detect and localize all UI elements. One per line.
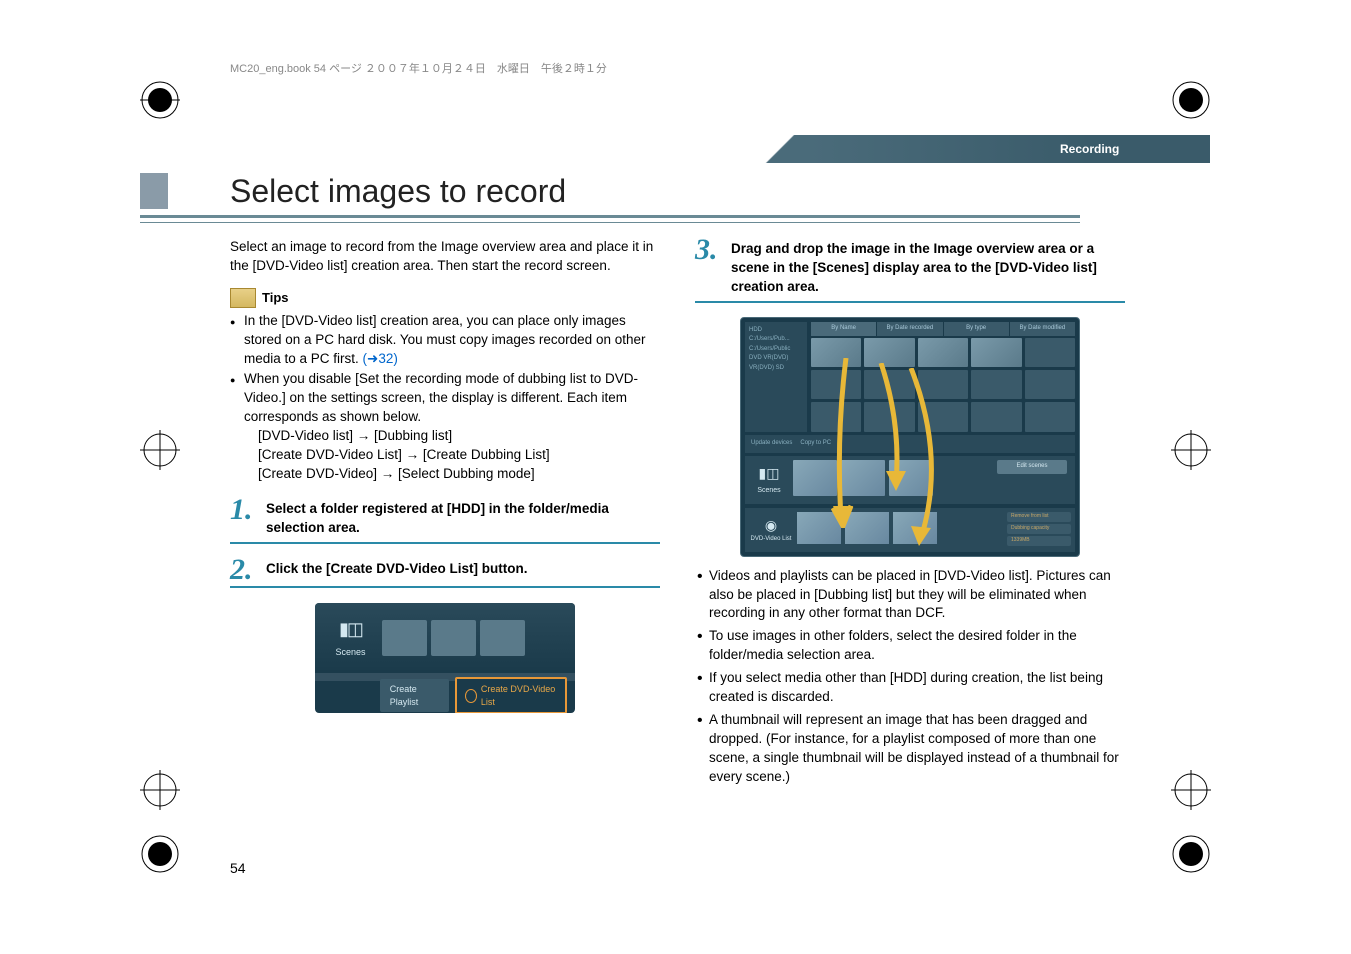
list-thumbnail[interactable] (893, 512, 937, 544)
thumbnail-empty (864, 402, 914, 431)
note-item: If you select media other than [HDD] dur… (695, 669, 1125, 707)
step-number: 1. (230, 498, 256, 522)
thumbnail-placeholder (382, 620, 427, 656)
page-link[interactable]: (➜32) (363, 351, 398, 366)
intro-text: Select an image to record from the Image… (230, 238, 660, 276)
tips-label: Tips (262, 289, 289, 307)
note-item: Videos and playlists can be placed in [D… (695, 567, 1125, 624)
tips-icon (230, 288, 256, 308)
thumbnail-empty (971, 370, 1021, 399)
create-playlist-button[interactable]: Create Playlist (380, 679, 449, 712)
step-1: 1. Select a folder registered at [HDD] i… (230, 498, 660, 544)
thumbnail-empty (918, 370, 968, 399)
note-item: To use images in other folders, select t… (695, 627, 1125, 665)
sort-tabs: By Name By Date recorded By type By Date… (811, 322, 1075, 336)
dubbing-capacity-label: Dubbing capacity (1007, 524, 1071, 534)
scene-thumbnail[interactable] (889, 460, 933, 496)
capacity-value: 1339MB (1007, 536, 1071, 546)
page-title: Select images to record (230, 173, 566, 210)
thumbnail[interactable] (918, 338, 968, 367)
thumbnail[interactable] (811, 338, 861, 367)
scenes-label: Scenes (757, 486, 780, 496)
tab-by-type[interactable]: By type (944, 322, 1009, 336)
notes-list: Videos and playlists can be placed in [D… (695, 567, 1125, 787)
screenshot-main-window: HDD C:/Users/Pub... C:/Users/Public DVD … (740, 317, 1080, 557)
thumbnail-empty (918, 402, 968, 431)
title-bar: Select images to record (140, 173, 1080, 223)
filmstrip-icon: ▮◫ (339, 617, 362, 642)
tips-list: In the [DVD-Video list] creation area, y… (230, 312, 660, 484)
list-thumbnail[interactable] (845, 512, 889, 544)
tip-item: In the [DVD-Video list] creation area, y… (230, 312, 660, 369)
thumbnail-empty (1025, 338, 1075, 367)
disc-icon: ◉ (765, 516, 777, 536)
edit-scenes-button[interactable]: Edit scenes (997, 460, 1067, 474)
step-text: Drag and drop the image in the Image ove… (731, 238, 1125, 297)
step-text: Click the [Create DVD-Video List] button… (266, 558, 660, 579)
filmstrip-icon: ▮◫ (759, 464, 780, 484)
dvd-video-list-label: DVD-Video List (751, 535, 792, 543)
thumbnail-placeholder (480, 620, 525, 656)
note-item: A thumbnail will represent an image that… (695, 711, 1125, 787)
tab-by-date-recorded[interactable]: By Date recorded (877, 322, 942, 336)
tip-item: When you disable [Set the recording mode… (230, 370, 660, 483)
page-number: 54 (230, 860, 246, 876)
create-dvd-video-list-button[interactable]: Create DVD-Video List (455, 677, 567, 713)
scene-thumbnail[interactable] (793, 460, 837, 496)
remove-from-list-button[interactable]: Remove from list (1007, 512, 1071, 522)
thumbnail-placeholder (431, 620, 476, 656)
step-number: 3. (695, 238, 721, 262)
step-number: 2. (230, 558, 256, 582)
thumbnail-empty (811, 370, 861, 399)
tips-header: Tips (230, 288, 660, 308)
header-bar: Recording (140, 135, 1210, 165)
thumbnail-empty (971, 402, 1021, 431)
screenshot-scenes-panel: ▮◫ Scenes Create Playlist Create DVD-Vid… (315, 603, 575, 713)
tab-by-name[interactable]: By Name (811, 322, 876, 336)
thumbnail-empty (1025, 402, 1075, 431)
book-info: MC20_eng.book 54 ページ ２００７年１０月２４日 水曜日 午後２… (230, 60, 607, 76)
thumbnail-empty (811, 402, 861, 431)
folder-tree[interactable]: HDD C:/Users/Pub... C:/Users/Public DVD … (745, 322, 807, 432)
thumbnail[interactable] (971, 338, 1021, 367)
image-overview-area (811, 338, 1075, 432)
thumbnail[interactable] (864, 338, 914, 367)
header-section-label: Recording (1060, 142, 1119, 156)
step-text: Select a folder registered at [HDD] in t… (266, 498, 660, 538)
update-devices-link[interactable]: Update devices (751, 439, 792, 447)
list-thumbnail[interactable] (797, 512, 841, 544)
thumbnail-empty (864, 370, 914, 399)
scene-thumbnail[interactable] (841, 460, 885, 496)
step-3: 3. Drag and drop the image in the Image … (695, 238, 1125, 303)
step-2: 2. Click the [Create DVD-Video List] but… (230, 558, 660, 588)
thumbnail-empty (1025, 370, 1075, 399)
scenes-label: Scenes (335, 646, 365, 659)
copy-to-pc-link[interactable]: Copy to PC (800, 439, 831, 447)
tab-by-date-modified[interactable]: By Date modified (1010, 322, 1075, 336)
